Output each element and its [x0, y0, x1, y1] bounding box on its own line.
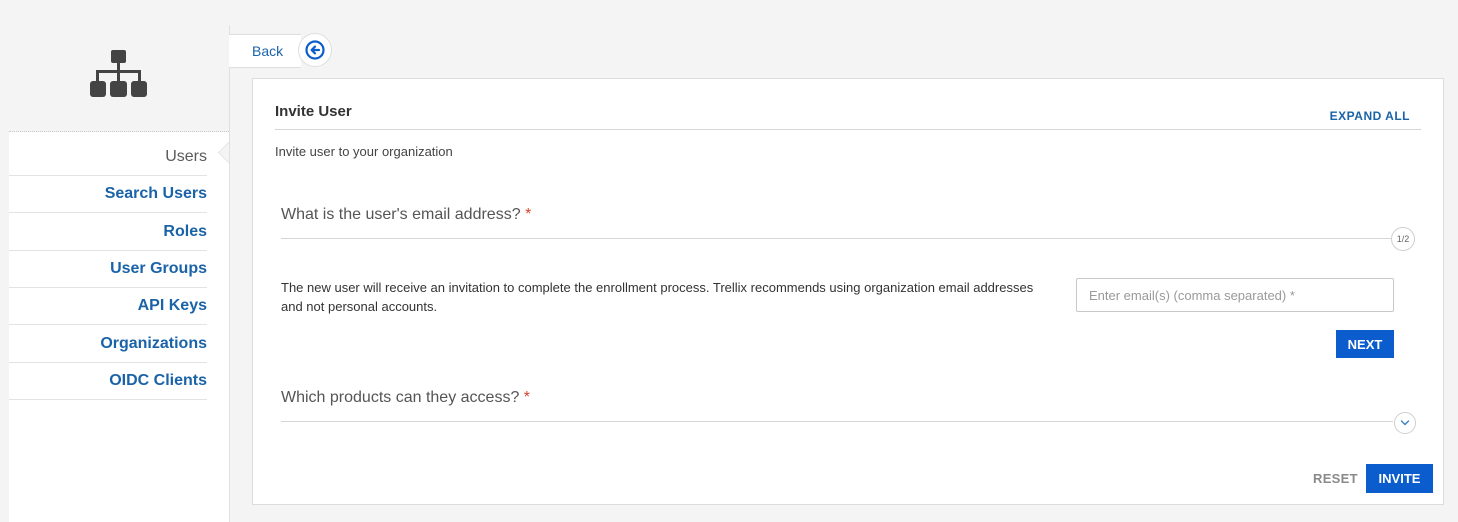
sidebar-item-users[interactable]: Users [9, 138, 207, 176]
email-input[interactable] [1076, 278, 1394, 312]
reset-button[interactable]: RESET [1301, 464, 1370, 492]
back-button[interactable] [298, 33, 332, 67]
sidebar-item-roles[interactable]: Roles [9, 213, 207, 251]
sidebar-item-organizations[interactable]: Organizations [9, 325, 207, 363]
title-divider [275, 129, 1421, 130]
email-section-divider [281, 238, 1391, 239]
sidebar-item-api-keys[interactable]: API Keys [9, 287, 207, 325]
sidebar-header [9, 25, 229, 132]
products-question-label: Which products can they access? [281, 389, 520, 406]
chevron-down-icon [1400, 420, 1410, 426]
page-subtitle: Invite user to your organization [275, 144, 453, 159]
page-title: Invite User [275, 103, 352, 120]
email-question-label: What is the user's email address? [281, 206, 521, 223]
sidebar-item-oidc-clients[interactable]: OIDC Clients [9, 362, 207, 400]
invite-user-card: Invite User EXPAND ALL Invite user to yo… [252, 78, 1444, 505]
arrow-left-circle-icon [305, 40, 325, 60]
next-button[interactable]: NEXT [1336, 330, 1394, 358]
email-description: The new user will receive an invitation … [281, 280, 1034, 314]
email-question-heading[interactable]: What is the user's email address? * [281, 206, 531, 224]
sidebar-item-search-users[interactable]: Search Users [9, 175, 207, 213]
sidebar-divider [9, 131, 229, 132]
products-section-divider [281, 421, 1393, 422]
expand-products-button[interactable] [1394, 412, 1416, 434]
back-link[interactable]: Back [252, 35, 283, 67]
back-bar: Back [229, 34, 301, 68]
org-hierarchy-icon [90, 50, 147, 97]
sidebar: Users Search Users Roles User Groups API… [9, 25, 240, 522]
invite-button[interactable]: INVITE [1366, 464, 1433, 493]
expand-all-link[interactable]: EXPAND ALL [1330, 109, 1410, 123]
products-question-heading[interactable]: Which products can they access? * [281, 389, 530, 407]
required-mark: * [525, 206, 532, 223]
sidebar-border [229, 25, 230, 522]
sidebar-item-user-groups[interactable]: User Groups [9, 250, 207, 288]
required-mark: * [523, 389, 531, 406]
step-indicator: 1/2 [1391, 227, 1415, 251]
